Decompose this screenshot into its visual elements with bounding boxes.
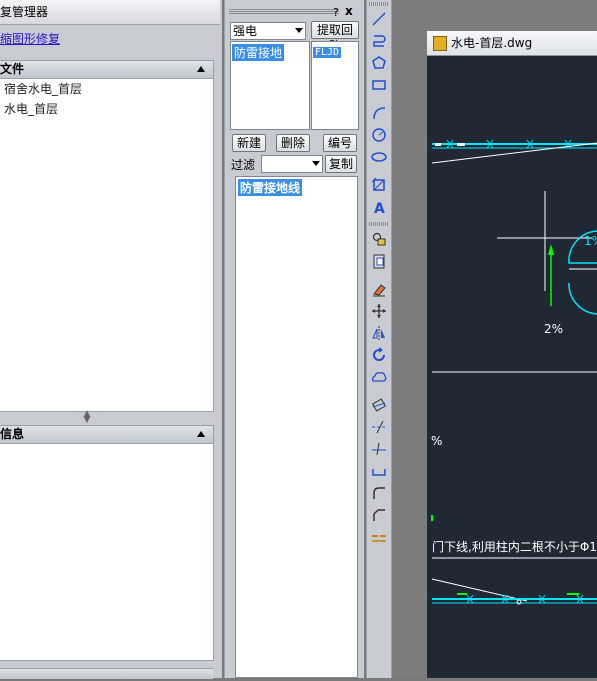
details-header[interactable]: 信息 bbox=[0, 426, 213, 444]
break-icon[interactable] bbox=[369, 461, 389, 481]
toolbar-grip[interactable] bbox=[369, 2, 389, 6]
collapse-up-icon[interactable] bbox=[197, 66, 205, 72]
close-icon[interactable]: x bbox=[345, 4, 353, 18]
rectangle-icon[interactable] bbox=[369, 75, 389, 95]
line-type-list[interactable]: 防雷接地线 bbox=[235, 176, 358, 678]
percent-annotation: % bbox=[431, 434, 443, 448]
backup-files-section: 文件 宿舍水电_首层 水电_首层 bbox=[0, 60, 214, 412]
layer-code-list[interactable]: FLJD bbox=[311, 41, 359, 130]
draw-modify-toolbar: A bbox=[366, 0, 392, 678]
help-icon[interactable]: ? bbox=[333, 6, 339, 19]
ellipse-icon[interactable] bbox=[369, 147, 389, 167]
copy-button[interactable]: 复制 bbox=[325, 155, 357, 173]
chamfer-icon[interactable] bbox=[369, 505, 389, 525]
recovery-manager-panel: 复管理器 缩图形修复 文件 宿舍水电_首层 水电_首层 ▲ ▼ 信息 bbox=[0, 0, 222, 679]
fillet-icon[interactable] bbox=[369, 483, 389, 503]
svg-text:A: A bbox=[374, 201, 385, 217]
delete-button[interactable]: 删除 bbox=[276, 134, 310, 152]
filter-label: 过滤 bbox=[231, 158, 256, 172]
details-header-label: 信息 bbox=[0, 427, 25, 441]
chevron-down-icon bbox=[295, 28, 303, 33]
collapse-up-icon[interactable] bbox=[197, 431, 205, 437]
join-icon[interactable] bbox=[369, 527, 389, 547]
backup-file-item[interactable]: 水电_首层 bbox=[0, 99, 213, 119]
dwg-file-icon bbox=[433, 36, 447, 51]
polyline-icon[interactable] bbox=[369, 31, 389, 51]
drawing-file-name: 水电-首层.dwg bbox=[451, 36, 533, 50]
line-type-label: 防雷接地线 bbox=[238, 179, 303, 196]
drawing-canvas[interactable]: 2% 1% % 门下线,利用柱内二根不小于Φ16的 bbox=[427, 31, 597, 678]
text-icon[interactable]: A bbox=[369, 197, 389, 217]
bottom-section-header[interactable] bbox=[0, 668, 213, 679]
details-section: 信息 bbox=[0, 425, 214, 661]
list-item[interactable]: 防雷接地线 bbox=[236, 177, 357, 198]
category-select[interactable]: 强电 bbox=[230, 22, 306, 40]
circle-icon[interactable] bbox=[369, 125, 389, 145]
rotate-icon[interactable] bbox=[369, 345, 389, 365]
toolbar-grip[interactable] bbox=[369, 222, 389, 226]
explode-icon[interactable] bbox=[369, 395, 389, 415]
number-button[interactable]: 编号 bbox=[323, 134, 357, 152]
backup-files-header-label: 文件 bbox=[0, 62, 25, 76]
backup-files-header[interactable]: 文件 bbox=[0, 61, 213, 79]
line-icon[interactable] bbox=[369, 9, 389, 29]
chevron-down-icon bbox=[312, 161, 320, 166]
layer-name-list[interactable]: 防雷接地 bbox=[230, 41, 310, 130]
panel-grip[interactable] bbox=[229, 9, 339, 14]
erase-icon[interactable] bbox=[369, 279, 389, 299]
drawing-tab[interactable]: 水电-首层.dwg bbox=[427, 31, 597, 56]
partial-annotation: 1% bbox=[584, 234, 597, 248]
recover-drawing-link[interactable]: 缩图形修复 bbox=[0, 30, 60, 47]
list-item[interactable]: 防雷接地 bbox=[231, 42, 309, 63]
cad-geometry bbox=[431, 139, 597, 605]
arc-icon[interactable] bbox=[369, 103, 389, 123]
hatch-icon[interactable] bbox=[369, 175, 389, 195]
mirror-icon[interactable] bbox=[369, 323, 389, 343]
slope-annotation: 2% bbox=[544, 322, 564, 336]
filter-select[interactable] bbox=[261, 155, 323, 173]
category-select-value: 强电 bbox=[233, 24, 258, 38]
layer-code-label: FLJD bbox=[313, 47, 342, 58]
resize-handle-icon[interactable]: ▲ ▼ bbox=[82, 410, 92, 425]
polygon-icon[interactable] bbox=[369, 53, 389, 73]
layer-manager-panel: ? x 强电 提取回路 防雷接地 FLJD 新建 删除 编号 过滤 复制 防雷接… bbox=[224, 0, 364, 678]
move-icon[interactable] bbox=[369, 301, 389, 321]
revcloud-icon[interactable] bbox=[369, 367, 389, 387]
grounding-note: 门下线,利用柱内二根不小于Φ16的 bbox=[432, 540, 597, 554]
extract-circuit-button[interactable]: 提取回路 bbox=[311, 21, 359, 53]
new-button[interactable]: 新建 bbox=[232, 134, 266, 152]
layer-name-label: 防雷接地 bbox=[232, 44, 285, 61]
list-item[interactable]: FLJD bbox=[312, 42, 358, 60]
backup-file-item[interactable]: 宿舍水电_首层 bbox=[0, 79, 213, 99]
extend-icon[interactable] bbox=[369, 439, 389, 459]
copy-objects-icon[interactable] bbox=[369, 229, 389, 249]
trim-icon[interactable] bbox=[369, 417, 389, 437]
paste-icon[interactable] bbox=[369, 251, 389, 271]
recovery-manager-title: 复管理器 bbox=[0, 0, 220, 25]
